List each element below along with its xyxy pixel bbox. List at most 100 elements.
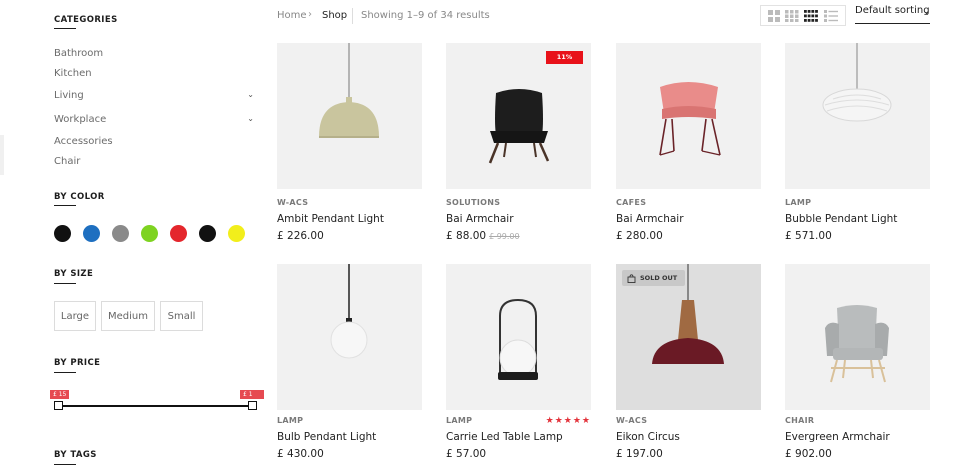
category-kitchen[interactable]: Kitchen [54,68,254,79]
product-name[interactable]: Ambit Pendant Light [277,213,384,225]
product-category[interactable]: CHAIR [785,416,814,425]
original-price: £ 99.00 [489,232,520,241]
category-label: Workplace [54,114,107,125]
category-accessories[interactable]: Accessories [54,136,254,147]
price-min-label: £ 15 [50,390,70,399]
color-swatch-green[interactable] [141,225,158,242]
product-category[interactable]: CAFES [616,198,646,207]
product-name[interactable]: Bai Armchair [446,213,514,225]
price-min-handle[interactable] [54,401,63,410]
heading-underline [54,283,76,284]
grid-3-icon[interactable] [785,10,799,22]
size-large-button[interactable]: Large [54,301,96,331]
product-image[interactable] [277,264,422,410]
color-swatch-gray[interactable] [112,225,129,242]
category-workplace[interactable]: Workplace ⌄ [54,114,254,125]
product-image[interactable]: SOLD OUT [616,264,761,410]
price-slider-track[interactable] [58,405,252,407]
armchair-icon [659,82,721,156]
category-chair[interactable]: Chair [54,156,254,167]
color-swatch-black[interactable] [54,225,71,242]
product-category[interactable]: LAMP [446,416,472,425]
product-price: £ 280.00 [616,230,663,242]
category-label: Living [54,90,84,101]
rating-stars: ★★★★★ [545,416,591,426]
category-label: Chair [54,156,81,167]
product-price: £ 57.00 [446,448,487,460]
size-heading: BY SIZE [54,269,94,279]
product-image[interactable] [616,43,761,189]
result-count: Showing 1–9 of 34 results [361,10,490,21]
chevron-down-icon[interactable]: ⌄ [247,114,254,123]
bag-icon [627,273,636,283]
pendant-lamp-icon [319,43,379,138]
color-swatch-yellow[interactable] [228,225,245,242]
heading-underline [54,28,76,29]
categories-heading: CATEGORIES [54,15,118,25]
product-price: £ 88.00 £ 99.00 [446,230,520,242]
breadcrumb-divider [352,8,353,24]
product-image[interactable]: 11% [446,43,591,189]
list-view-icon[interactable] [824,10,838,22]
product-name[interactable]: Carrie Led Table Lamp [446,431,563,443]
grid-4-icon[interactable] [804,10,818,22]
product-price: £ 226.00 [277,230,324,242]
armchair-icon [825,305,889,383]
product-category[interactable]: W-ACS [616,416,647,425]
color-swatch-black-2[interactable] [199,225,216,242]
page-edge-strip [0,135,4,175]
product-price: £ 902.00 [785,448,832,460]
view-switcher [760,5,846,26]
product-price: £ 197.00 [616,448,663,460]
breadcrumb-separator: › [308,9,312,20]
category-living[interactable]: Living ⌄ [54,90,254,101]
heading-underline [54,464,76,465]
breadcrumb-current: Shop [322,10,348,21]
sidebar: CATEGORIES Bathroom Kitchen Living ⌄ Work… [50,0,264,471]
heading-underline [54,205,76,206]
price-max-handle[interactable] [248,401,257,410]
product-name[interactable]: Bulb Pendant Light [277,431,376,443]
product-category[interactable]: LAMP [277,416,303,425]
product-name[interactable]: Bai Armchair [616,213,684,225]
product-name[interactable]: Evergreen Armchair [785,431,890,443]
armchair-icon [488,89,550,164]
chevron-down-icon: ⌄ [923,7,930,16]
category-bathroom[interactable]: Bathroom [54,48,254,59]
sort-dropdown[interactable]: Default sorting ⌄ [855,5,930,24]
sold-out-label: SOLD OUT [640,274,678,282]
discount-badge: 11% [546,51,583,64]
sort-label: Default sorting [855,5,930,16]
size-medium-button[interactable]: Medium [101,301,155,331]
pendant-lamp-icon [330,264,368,359]
chevron-down-icon[interactable]: ⌄ [247,90,254,99]
sale-price: £ 88.00 [446,230,487,242]
breadcrumb-home[interactable]: Home [277,10,307,21]
size-small-button[interactable]: Small [160,301,203,331]
product-category[interactable]: W-ACS [277,198,308,207]
product-name[interactable]: Eikon Circus [616,431,680,443]
color-heading: BY COLOR [54,192,105,202]
product-image[interactable] [785,43,930,189]
price-heading: BY PRICE [54,358,101,368]
category-label: Accessories [54,136,113,147]
product-image[interactable] [446,264,591,410]
color-swatch-blue[interactable] [83,225,100,242]
heading-underline [54,372,76,373]
pendant-lamp-icon [822,43,892,122]
product-image[interactable] [785,264,930,410]
color-swatch-red[interactable] [170,225,187,242]
category-label: Kitchen [54,68,92,79]
product-image[interactable] [277,43,422,189]
product-price: £ 430.00 [277,448,324,460]
product-name[interactable]: Bubble Pendant Light [785,213,897,225]
product-price: £ 571.00 [785,230,832,242]
price-max-label: £ 1 888 [240,390,264,407]
tags-heading: BY TAGS [54,450,97,460]
grid-2-icon[interactable] [767,10,781,22]
product-category[interactable]: LAMP [785,198,811,207]
table-lamp-icon [498,298,538,380]
category-label: Bathroom [54,48,104,59]
sold-out-badge: SOLD OUT [622,270,686,286]
product-category[interactable]: SOLUTIONS [446,198,500,207]
